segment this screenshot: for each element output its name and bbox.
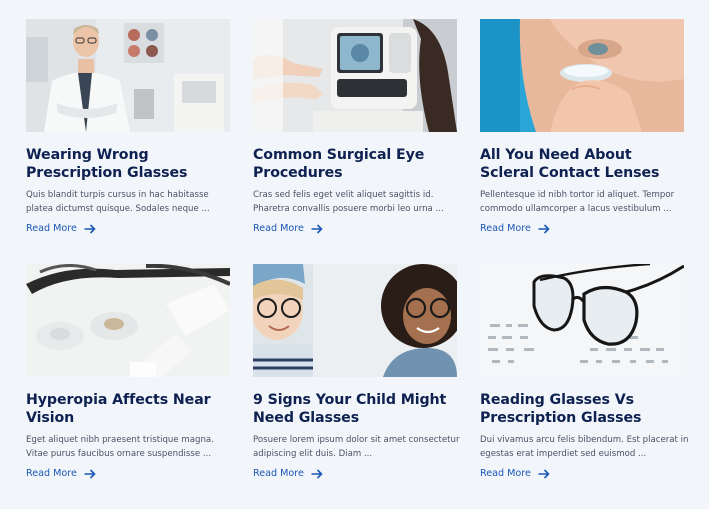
post-title[interactable]: Reading Glasses Vs Prescription Glasses xyxy=(480,391,684,427)
arrow-right-icon xyxy=(84,223,96,234)
read-more-label: Read More xyxy=(253,223,304,234)
post-card: Common Surgical Eye Procedures Cras sed … xyxy=(253,19,457,264)
post-image-glasses-chart[interactable] xyxy=(480,264,684,377)
post-image-lens-case[interactable] xyxy=(26,264,230,377)
arrow-right-icon xyxy=(538,223,550,234)
post-image-optometrist[interactable] xyxy=(26,19,230,132)
post-card: 9 Signs Your Child Might Need Glasses Po… xyxy=(253,264,460,509)
read-more-link[interactable]: Read More xyxy=(253,223,323,234)
post-excerpt: Cras sed felis eget velit aliquet sagitt… xyxy=(253,190,444,214)
arrow-right-icon xyxy=(538,468,550,479)
post-title[interactable]: All You Need About Scleral Contact Lense… xyxy=(480,146,684,182)
post-excerpt: Posuere lorem ipsum dolor sit amet conse… xyxy=(253,435,460,459)
post-image-contact-lens[interactable] xyxy=(480,19,684,132)
post-image-children[interactable] xyxy=(253,264,457,377)
contact-lens-photo-icon xyxy=(480,19,684,132)
read-more-label: Read More xyxy=(480,468,531,479)
post-title[interactable]: Hyperopia Affects Near Vision xyxy=(26,391,230,427)
read-more-link[interactable]: Read More xyxy=(480,468,550,479)
read-more-label: Read More xyxy=(480,223,531,234)
read-more-link[interactable]: Read More xyxy=(253,468,323,479)
read-more-link[interactable]: Read More xyxy=(26,223,96,234)
post-card: All You Need About Scleral Contact Lense… xyxy=(480,19,684,264)
blog-grid: Wearing Wrong Prescription Glasses Quis … xyxy=(26,19,688,509)
read-more-link[interactable]: Read More xyxy=(26,468,96,479)
read-more-link[interactable]: Read More xyxy=(480,223,550,234)
post-card: Wearing Wrong Prescription Glasses Quis … xyxy=(26,19,230,264)
post-card: Hyperopia Affects Near Vision Eget aliqu… xyxy=(26,264,230,509)
post-card: Reading Glasses Vs Prescription Glasses … xyxy=(480,264,688,509)
post-excerpt: Eget aliquet nibh praesent tristique mag… xyxy=(26,435,214,459)
arrow-right-icon xyxy=(311,223,323,234)
eye-exam-machine-photo-icon xyxy=(253,19,457,132)
post-title[interactable]: Common Surgical Eye Procedures xyxy=(253,146,457,182)
arrow-right-icon xyxy=(84,468,96,479)
post-title[interactable]: Wearing Wrong Prescription Glasses xyxy=(26,146,230,182)
lens-case-photo-icon xyxy=(26,264,230,377)
post-title[interactable]: 9 Signs Your Child Might Need Glasses xyxy=(253,391,457,427)
read-more-label: Read More xyxy=(26,223,77,234)
glasses-on-chart-photo-icon xyxy=(480,264,684,377)
read-more-label: Read More xyxy=(253,468,304,479)
post-excerpt: Pellentesque id nibh tortor id aliquet. … xyxy=(480,190,675,214)
children-glasses-photo-icon xyxy=(253,264,457,377)
read-more-label: Read More xyxy=(26,468,77,479)
post-excerpt: Dui vivamus arcu felis bibendum. Est pla… xyxy=(480,435,689,459)
post-excerpt: Quis blandit turpis cursus in hac habita… xyxy=(26,190,210,214)
arrow-right-icon xyxy=(311,468,323,479)
optometrist-photo-icon xyxy=(26,19,230,132)
post-image-eye-exam[interactable] xyxy=(253,19,457,132)
